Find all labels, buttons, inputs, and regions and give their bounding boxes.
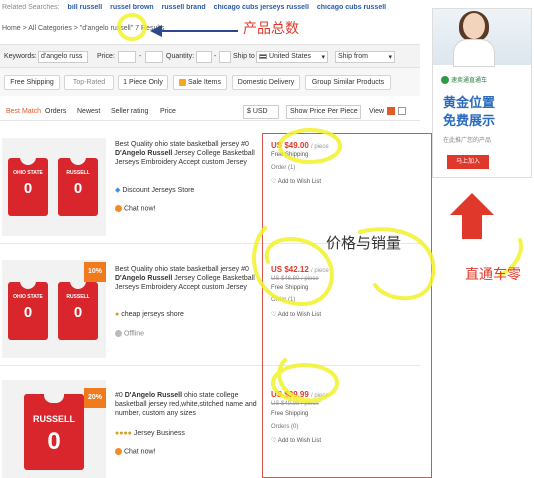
store-name-label: cheap jerseys shore xyxy=(121,311,184,318)
related-search-link[interactable]: bill russell xyxy=(68,4,103,11)
jersey-image: OHIO STATE 0 xyxy=(8,157,48,216)
chat-label: Chat now! xyxy=(123,448,156,456)
sort-price[interactable]: Price xyxy=(160,108,176,115)
ad-subtext: 在此推广您的产品 xyxy=(443,138,492,144)
annotation-price-sales: 价格与销量 xyxy=(326,234,402,252)
sort-bar: Best Match Orders Newest Seller rating P… xyxy=(0,103,420,121)
ship-from-select[interactable]: Ship from ▾ xyxy=(335,51,395,63)
medal-icon: ●●●● xyxy=(115,430,132,437)
chevron-down-icon: ▾ xyxy=(388,54,392,61)
up-arrow-icon xyxy=(450,193,494,239)
chip-group-similar[interactable]: Group Similar Products xyxy=(305,75,391,90)
chat-button[interactable]: Chat now! xyxy=(115,205,155,212)
left-arrow-icon xyxy=(150,25,238,37)
filter-bar: Keywords: d'angelo russ Price: - Quantit… xyxy=(0,44,420,68)
jersey-image: OHIO STATE 0 xyxy=(8,281,48,340)
show-price-per-piece-button[interactable]: Show Price Per Piece xyxy=(286,105,361,119)
store-name-label: Discount Jerseys Store xyxy=(122,187,195,194)
us-flag-icon xyxy=(259,53,267,59)
price-min-input[interactable] xyxy=(118,51,136,63)
chip-sale-items[interactable]: Sale Items xyxy=(173,75,227,90)
quantity-separator: - xyxy=(214,53,217,60)
list-view-icon[interactable] xyxy=(398,107,406,115)
offline-status: Offline xyxy=(115,330,144,337)
jersey-image: RUSSELL 0 xyxy=(58,157,98,216)
chip-free-shipping[interactable]: Free Shipping xyxy=(4,75,60,90)
price-separator: - xyxy=(139,53,142,60)
related-search-link[interactable]: russell brand xyxy=(162,4,206,11)
store-name-label: Jersey Business xyxy=(133,430,185,437)
sort-newest[interactable]: Newest xyxy=(77,108,100,115)
price-max-input[interactable] xyxy=(145,51,163,63)
annotation-through-train: 直通车零 xyxy=(465,267,521,283)
offline-icon xyxy=(115,330,122,337)
related-search-link[interactable]: russel brown xyxy=(110,4,154,11)
store-name[interactable]: ◆ Discount Jerseys Store xyxy=(115,186,194,194)
keywords-label: Keywords: xyxy=(4,53,37,60)
chip-one-piece[interactable]: 1 Piece Only xyxy=(118,75,168,90)
sort-orders[interactable]: Orders xyxy=(45,108,66,115)
chat-button[interactable]: Chat now! xyxy=(115,448,155,455)
ad-brand: 速卖通直通车 xyxy=(441,75,487,85)
sale-icon xyxy=(178,78,186,86)
grid-view-icon[interactable] xyxy=(387,107,395,115)
quantity-label: Quantity: xyxy=(166,53,195,60)
related-searches: Related Searches: bill russell russel br… xyxy=(2,4,422,16)
jersey-image: RUSSELL 0 xyxy=(58,281,98,340)
store-name[interactable]: ● cheap jerseys shore xyxy=(115,311,184,318)
related-search-link[interactable]: chicago cubs jerseys russell xyxy=(214,4,309,11)
price-label: Price: xyxy=(97,53,115,60)
ad-headline: 免费展示 xyxy=(443,113,496,128)
breadcrumb[interactable]: Home > All Categories > "d'angelo russel… xyxy=(2,25,164,32)
ship-from-value: Ship from xyxy=(338,53,368,60)
discount-badge: 10% xyxy=(84,262,106,282)
related-search-link[interactable]: chicago cubs russell xyxy=(317,4,386,11)
jersey-image: RUSSELL 0 xyxy=(24,393,84,470)
quick-filter-bar: Free Shipping Top-Rated 1 Piece Only Sal… xyxy=(0,68,420,96)
ship-to-value: United States xyxy=(268,53,311,60)
ad-photo xyxy=(433,9,531,67)
diamond-icon: ◆ xyxy=(115,187,121,194)
store-name[interactable]: ●●●● Jersey Business xyxy=(115,430,185,437)
annotation-total-count: 产品总数 xyxy=(243,21,299,37)
related-searches-label: Related Searches: xyxy=(2,4,60,11)
brand-logo-icon xyxy=(441,76,449,85)
offline-label: Offline xyxy=(123,330,145,338)
ad-headline: 黄金位置 xyxy=(443,95,496,110)
view-label: View xyxy=(369,108,385,115)
keywords-input[interactable]: d'angelo russ xyxy=(38,51,88,63)
product-title[interactable]: Best Quality ohio state basketball jerse… xyxy=(115,265,265,292)
chip-top-rated[interactable]: Top-Rated xyxy=(64,75,114,90)
ad-banner[interactable]: 速卖通直通车 黄金位置 免费展示 在此推广您的产品 马上加入 xyxy=(432,8,532,178)
chat-label: Chat now! xyxy=(123,205,156,213)
chat-icon xyxy=(115,205,122,212)
quantity-max-input[interactable] xyxy=(219,51,231,63)
discount-badge: 20% xyxy=(84,388,106,408)
chat-icon xyxy=(115,448,122,455)
product-image[interactable]: OHIO STATE 0 RUSSELL 0 xyxy=(2,138,106,236)
product-title[interactable]: #0 D'Angelo Russell ohio state college b… xyxy=(115,391,265,418)
ad-join-button[interactable]: 马上加入 xyxy=(447,155,489,169)
currency-select[interactable]: $ USD xyxy=(243,105,279,119)
product-image[interactable]: OHIO STATE 0 RUSSELL 0 10% xyxy=(2,260,106,358)
chip-domestic-delivery[interactable]: Domestic Delivery xyxy=(232,75,300,90)
sort-best-match[interactable]: Best Match xyxy=(6,108,41,115)
sort-seller-rating[interactable]: Seller rating xyxy=(111,108,148,115)
chip-sale-items-label: Sale Items xyxy=(187,79,222,86)
product-title[interactable]: Best Quality ohio state basketball jerse… xyxy=(115,140,265,167)
annotation-box xyxy=(262,133,432,478)
quantity-min-input[interactable] xyxy=(196,51,212,63)
ship-to-select[interactable]: United States ▾ xyxy=(256,51,328,63)
ship-to-label: Ship to xyxy=(233,53,255,60)
chevron-down-icon: ▾ xyxy=(321,54,325,61)
medal-icon: ● xyxy=(115,311,120,318)
product-image[interactable]: RUSSELL 0 20% xyxy=(2,380,106,478)
